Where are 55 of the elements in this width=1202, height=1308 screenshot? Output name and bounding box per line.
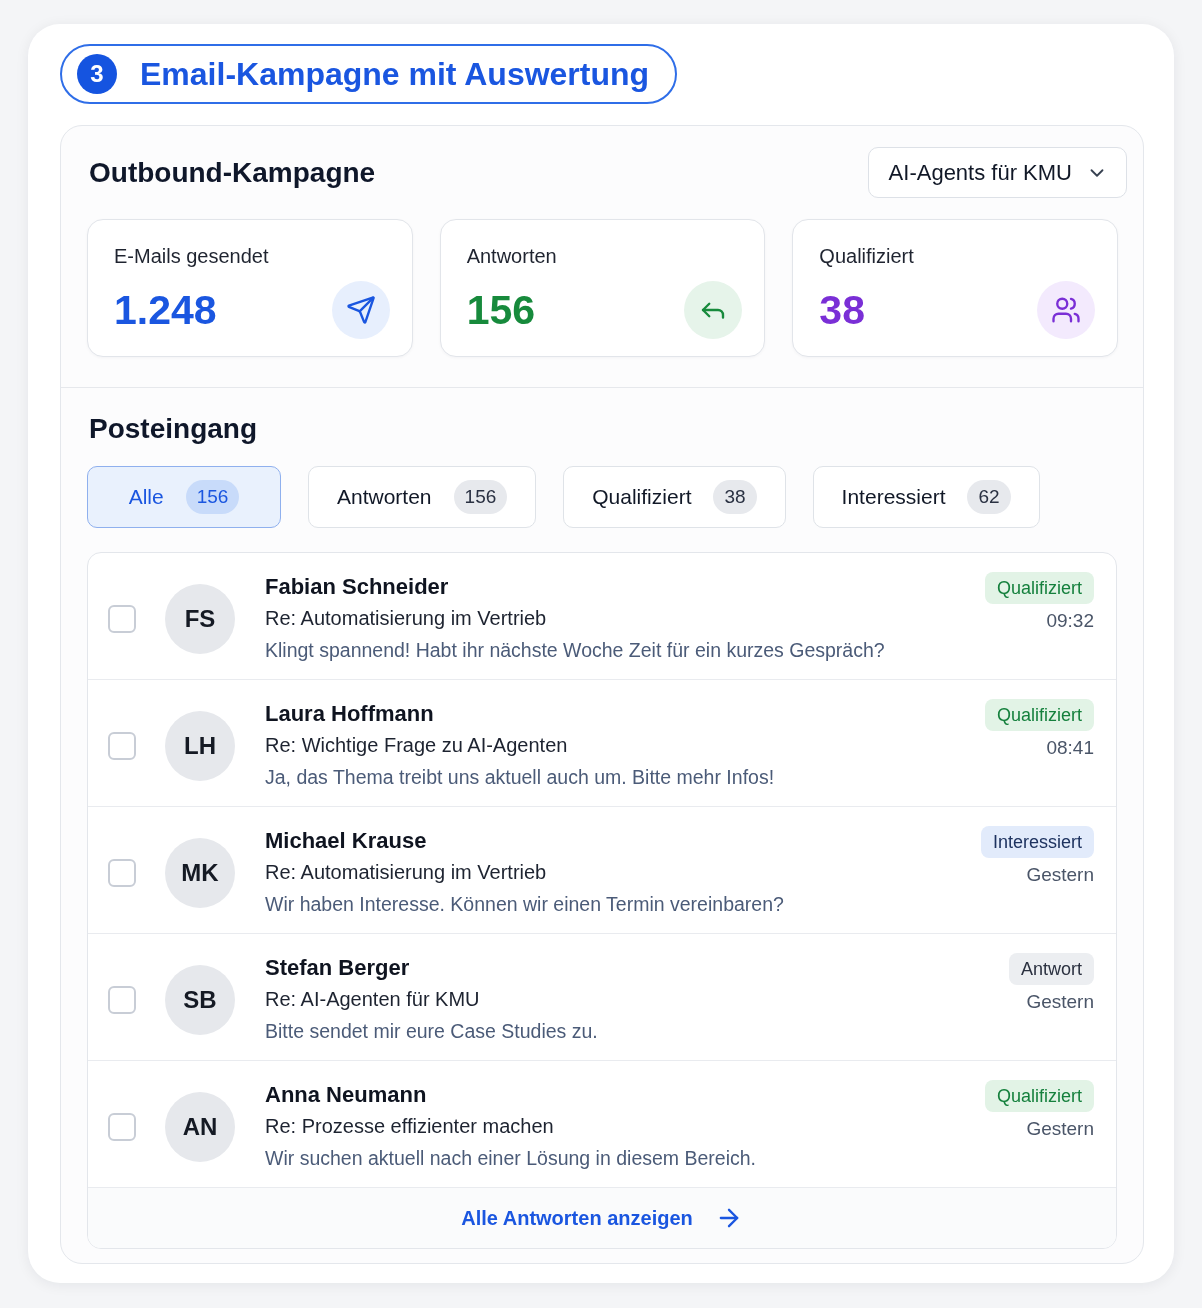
checkbox[interactable] bbox=[108, 732, 136, 760]
message-time: 08:41 bbox=[1046, 736, 1094, 760]
sender-name: Laura Hoffmann bbox=[265, 700, 434, 728]
message-time: Gestern bbox=[1026, 990, 1094, 1014]
status-tag: Interessiert bbox=[980, 826, 1094, 858]
message-preview: Ja, das Thema treibt uns aktuell auch um. Bitte mehr Infos! bbox=[265, 765, 775, 790]
filter-tab[interactable]: Alle 156 bbox=[87, 466, 281, 528]
stat-label: Antworten bbox=[466, 244, 558, 268]
status-tag: Qualifiziert bbox=[984, 1080, 1094, 1112]
status-tag: Qualifiziert bbox=[984, 699, 1094, 731]
avatar: MK bbox=[165, 838, 235, 908]
step-number: 3 bbox=[77, 54, 117, 94]
stat-value: 38 bbox=[819, 286, 865, 335]
show-all-link[interactable]: Alle Antworten anzeigen bbox=[461, 1204, 743, 1232]
status-tag: Antwort bbox=[1008, 953, 1094, 985]
filter-tab[interactable]: Antworten 156 bbox=[308, 466, 537, 528]
campaign-dropdown[interactable]: AI-Agents für KMU bbox=[867, 147, 1127, 198]
message-subject: Re: Wichtige Frage zu AI-Agenten bbox=[265, 733, 568, 758]
stat-label: Qualifiziert bbox=[819, 244, 915, 268]
sender-name: Anna Neumann bbox=[265, 1081, 427, 1109]
checkbox[interactable] bbox=[108, 859, 136, 887]
filter-tab[interactable]: Interessiert 62 bbox=[812, 466, 1040, 528]
message-subject: Re: Prozesse effizienter machen bbox=[265, 1114, 554, 1139]
avatar: AN bbox=[165, 1092, 235, 1162]
message-preview: Wir haben Interesse. Können wir einen Termin vereinbaren? bbox=[265, 892, 784, 917]
sender-name: Stefan Berger bbox=[265, 954, 410, 982]
checkbox[interactable] bbox=[108, 605, 136, 633]
message-preview: Wir suchen aktuell nach einer Lösung in diesem Bereich. bbox=[265, 1146, 756, 1171]
stat-value: 156 bbox=[466, 286, 536, 335]
sender-name: Fabian Schneider bbox=[265, 573, 449, 601]
message-time: 09:32 bbox=[1046, 609, 1094, 633]
message-time: Gestern bbox=[1026, 1117, 1094, 1141]
tab-count: 38 bbox=[713, 480, 757, 514]
avatar: FS bbox=[165, 584, 235, 654]
campaign-title: Outbound-Kampagne bbox=[89, 155, 376, 190]
message-preview: Klingt spannend! Habt ihr nächste Woche Zeit für ein kurzes Gespräch? bbox=[265, 638, 885, 663]
avatar: LH bbox=[165, 711, 235, 781]
section-title: Email-Kampagne mit Auswertung bbox=[140, 55, 650, 94]
message-subject: Re: AI-Agenten für KMU bbox=[265, 987, 480, 1012]
sender-name: Michael Krause bbox=[265, 827, 427, 855]
tab-count: 62 bbox=[967, 480, 1011, 514]
tab-count: 156 bbox=[185, 480, 240, 514]
avatar: SB bbox=[165, 965, 235, 1035]
message-subject: Re: Automatisierung im Vertrieb bbox=[265, 860, 547, 885]
tab-count: 156 bbox=[453, 480, 508, 514]
status-tag: Qualifiziert bbox=[984, 572, 1094, 604]
checkbox[interactable] bbox=[108, 986, 136, 1014]
stat-value: 1.248 bbox=[114, 286, 217, 335]
message-preview: Bitte sendet mir eure Case Studies zu. bbox=[265, 1019, 598, 1044]
message-time: Gestern bbox=[1026, 863, 1094, 887]
checkbox[interactable] bbox=[108, 1113, 136, 1141]
message-subject: Re: Automatisierung im Vertrieb bbox=[265, 606, 547, 631]
inbox-title: Posteingang bbox=[89, 412, 258, 446]
filter-tab[interactable]: Qualifiziert 38 bbox=[563, 466, 786, 528]
stat-label: E-Mails gesendet bbox=[114, 244, 270, 268]
